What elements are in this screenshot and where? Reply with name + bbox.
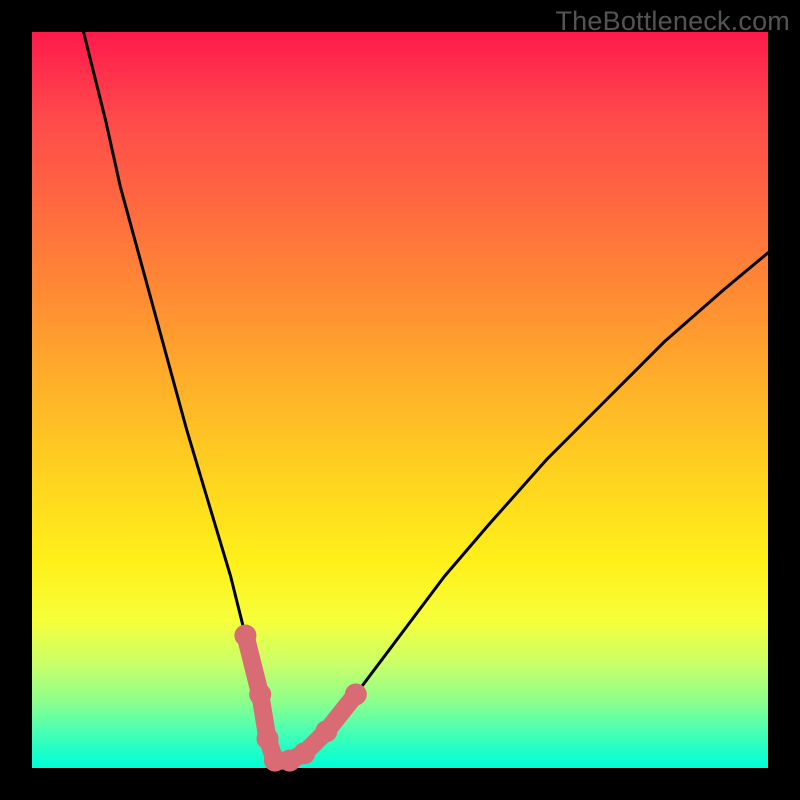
watermark-text: TheBottleneck.com (555, 6, 790, 37)
highlight-dot (293, 742, 315, 764)
highlight-dot (315, 720, 337, 742)
highlight-dot (249, 683, 271, 705)
highlight-dot (257, 728, 279, 750)
highlight-dot (345, 683, 367, 705)
chart-frame: TheBottleneck.com (0, 0, 800, 800)
plot-area (32, 32, 768, 768)
optimal-range-highlight (234, 625, 366, 772)
highlight-dot (234, 625, 256, 647)
bottleneck-curve-path (84, 32, 769, 761)
curve-svg (32, 32, 768, 768)
